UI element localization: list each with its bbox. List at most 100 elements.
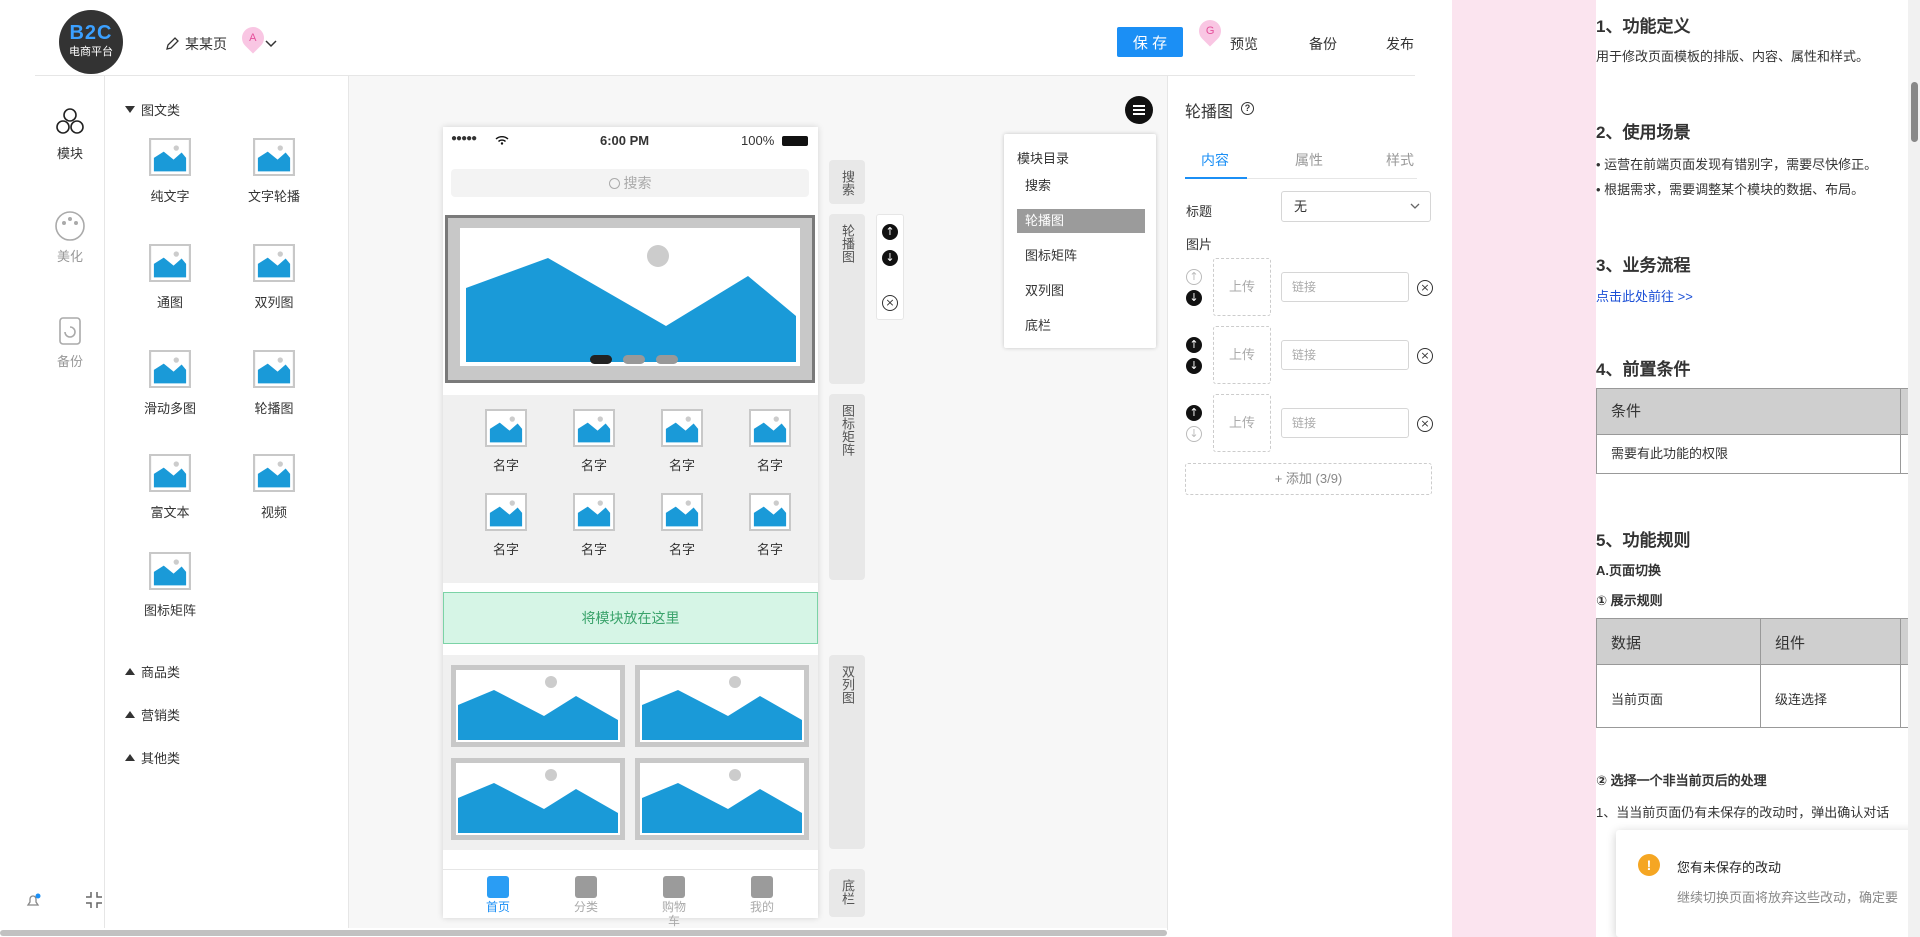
- side-tab-icon-matrix[interactable]: 图标矩阵: [829, 394, 865, 580]
- palette-item-icon-matrix[interactable]: 图标矩阵: [125, 552, 215, 619]
- notification-icon[interactable]: [25, 893, 41, 912]
- move-up-icon[interactable]: ↑: [1186, 269, 1202, 285]
- battery-icon: [782, 136, 808, 146]
- table-cell-link[interactable]: 级连选择: [1775, 689, 1828, 708]
- double-column-image[interactable]: [635, 758, 809, 840]
- palette-item-plain-text[interactable]: 纯文字: [125, 138, 215, 205]
- table-divider: [1900, 389, 1901, 473]
- dir-item-double-column[interactable]: 双列图: [1017, 279, 1145, 303]
- icon-matrix-label: 名字: [580, 458, 607, 473]
- palette-item-double-column[interactable]: 双列图: [229, 244, 319, 311]
- tab-style[interactable]: 样式: [1386, 150, 1414, 170]
- carousel-module[interactable]: [445, 215, 815, 383]
- save-button[interactable]: 保 存: [1117, 27, 1183, 57]
- palette-item-video[interactable]: 视频: [229, 454, 319, 521]
- carousel-dot-active[interactable]: [590, 355, 612, 364]
- upload-box[interactable]: 上传: [1213, 258, 1271, 316]
- image-placeholder-icon: [253, 454, 295, 492]
- palette-item-text-carousel[interactable]: 文字轮播: [229, 138, 319, 205]
- category-marketing[interactable]: 营销类: [125, 705, 180, 724]
- icon-matrix-item[interactable]: 名字: [481, 409, 531, 474]
- palette-item-rich-text[interactable]: 富文本: [125, 454, 215, 521]
- category-graphic-text[interactable]: 图文类: [125, 100, 180, 119]
- move-down-icon[interactable]: ↓: [1186, 290, 1202, 306]
- side-tab-double-column[interactable]: 双列图: [829, 655, 865, 849]
- move-up-icon[interactable]: ↑: [1186, 337, 1202, 353]
- brand-logo[interactable]: B2C 电商平台: [59, 10, 123, 74]
- image-placeholder-icon: [149, 138, 191, 176]
- palette-item-label: 轮播图: [254, 401, 294, 416]
- drop-zone[interactable]: 将模块放在这里: [443, 592, 818, 644]
- link-input[interactable]: 链接: [1281, 272, 1409, 302]
- search-icon: [608, 178, 620, 189]
- palette-item-carousel[interactable]: 轮播图: [229, 350, 319, 417]
- help-icon[interactable]: ?: [1241, 102, 1254, 115]
- carousel-dot[interactable]: [656, 355, 678, 364]
- move-down-icon[interactable]: ↓: [1186, 358, 1202, 374]
- icon-matrix-item[interactable]: 名字: [569, 493, 619, 558]
- tabbar-item[interactable]: 我的: [741, 876, 783, 914]
- module-directory-toggle-icon[interactable]: [1125, 96, 1153, 124]
- tab-attributes[interactable]: 属性: [1295, 150, 1323, 170]
- upload-box[interactable]: 上传: [1213, 394, 1271, 452]
- move-up-icon[interactable]: ↑: [882, 224, 898, 240]
- side-tab-carousel[interactable]: 轮播图: [829, 214, 865, 384]
- delete-module-icon[interactable]: ×: [882, 295, 898, 311]
- upload-box[interactable]: 上传: [1213, 326, 1271, 384]
- nav-item-backup[interactable]: 备份: [35, 314, 105, 370]
- title-select[interactable]: 无: [1281, 191, 1431, 222]
- remove-image-icon[interactable]: ×: [1417, 416, 1433, 432]
- remove-image-icon[interactable]: ×: [1417, 280, 1433, 296]
- dir-item-icon-matrix[interactable]: 图标矩阵: [1017, 244, 1145, 268]
- chevron-down-icon[interactable]: [265, 40, 277, 48]
- fullscreen-icon[interactable]: [85, 891, 103, 912]
- icon-matrix-module[interactable]: 名字 名字 名字 名字 名字 名字 名字 名字: [443, 395, 818, 583]
- double-column-image[interactable]: [635, 665, 809, 747]
- tabbar-item[interactable]: 购物车: [653, 876, 695, 928]
- icon-matrix-item[interactable]: 名字: [657, 409, 707, 474]
- palette-item-full-image[interactable]: 通图: [125, 244, 215, 311]
- horizontal-scrollbar[interactable]: [0, 928, 1167, 937]
- link-input[interactable]: 链接: [1281, 340, 1409, 370]
- double-column-module[interactable]: [443, 655, 818, 850]
- move-down-icon[interactable]: ↓: [882, 250, 898, 266]
- icon-matrix-item[interactable]: 名字: [745, 493, 795, 558]
- doc-link[interactable]: 点击此处前往 >>: [1596, 286, 1693, 305]
- side-tab-footer[interactable]: 底栏: [829, 869, 865, 917]
- publish-button[interactable]: 发布: [1386, 34, 1414, 54]
- tab-content[interactable]: 内容: [1201, 150, 1229, 170]
- palette-item-slide-images[interactable]: 滑动多图: [125, 350, 215, 417]
- backup-button[interactable]: 备份: [1309, 34, 1337, 54]
- scrollbar-thumb[interactable]: [0, 930, 1167, 936]
- dir-item-search[interactable]: 搜索: [1017, 174, 1145, 198]
- nav-item-beautify[interactable]: 美化: [35, 209, 105, 265]
- double-column-image[interactable]: [451, 665, 625, 747]
- icon-matrix-label: 名字: [492, 458, 519, 473]
- preview-button[interactable]: 预览: [1230, 34, 1258, 54]
- scrollbar-thumb[interactable]: [1911, 82, 1918, 142]
- icon-matrix-item[interactable]: 名字: [657, 493, 707, 558]
- add-image-button[interactable]: + 添加 (3/9): [1185, 463, 1432, 495]
- icon-matrix-item[interactable]: 名字: [481, 493, 531, 558]
- move-down-icon[interactable]: ↓: [1186, 426, 1202, 442]
- move-up-icon[interactable]: ↑: [1186, 405, 1202, 421]
- icon-matrix-item[interactable]: 名字: [569, 409, 619, 474]
- icon-matrix-item[interactable]: 名字: [745, 409, 795, 474]
- nav-item-modules[interactable]: 模块: [35, 106, 105, 162]
- dir-item-carousel[interactable]: 轮播图: [1017, 209, 1145, 233]
- category-other[interactable]: 其他类: [125, 748, 180, 767]
- tabbar-item[interactable]: 首页: [477, 876, 519, 914]
- side-tab-search[interactable]: 搜索: [829, 160, 865, 204]
- category-label: 图文类: [141, 103, 181, 118]
- double-column-image[interactable]: [451, 758, 625, 840]
- tabbar-item[interactable]: 分类: [565, 876, 607, 914]
- vertical-scrollbar[interactable]: [1908, 0, 1920, 937]
- remove-image-icon[interactable]: ×: [1417, 348, 1433, 364]
- doc-text: • 运营在前端页面发现有错别字，需要尽快修正。: [1596, 157, 1878, 172]
- link-input[interactable]: 链接: [1281, 408, 1409, 438]
- display-rules-table: 数据 组件 当前页面 级连选择: [1596, 618, 1920, 728]
- carousel-dot[interactable]: [623, 355, 645, 364]
- phone-search-bar[interactable]: 搜索: [451, 169, 809, 197]
- dir-item-footer[interactable]: 底栏: [1017, 314, 1145, 338]
- category-products[interactable]: 商品类: [125, 662, 180, 681]
